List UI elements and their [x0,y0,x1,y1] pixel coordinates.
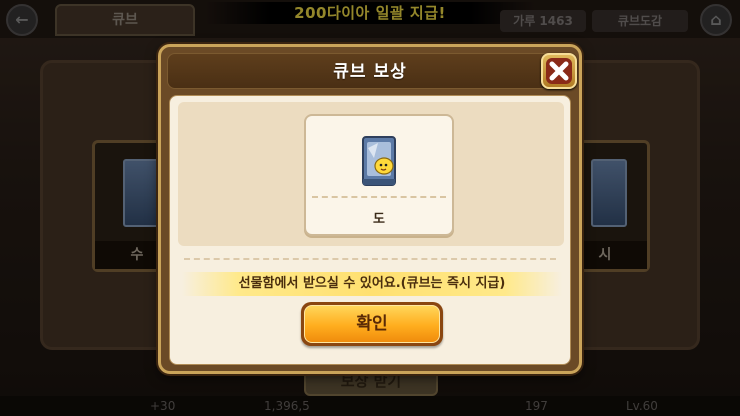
reward-item-card: 도 [304,114,454,236]
dialog-body: 도 선물함에서 받으실 수 있어요.(큐브는 즉시 지급) 확인 [169,95,571,365]
cube-reward-dialog: 큐브 보상 도 선물함에서 받으실 수 있어요.(큐브는 즉시 지급) 확인 [158,44,582,374]
close-icon [549,61,569,81]
dialog-title: 큐브 보상 [333,62,407,82]
divider [184,258,556,260]
reward-area: 도 [178,102,564,246]
notice-bar: 선물함에서 받으실 수 있어요.(큐브는 즉시 지급) [182,272,562,296]
reward-item-name: 도 [373,212,385,227]
cookie-pack-icon [362,136,396,186]
card-divider [312,196,446,198]
notice-text: 선물함에서 받으실 수 있어요.(큐브는 즉시 지급) [238,276,506,291]
confirm-button-label: 확인 [304,305,440,343]
confirm-button[interactable]: 확인 [301,302,443,346]
dialog-header: 큐브 보상 [167,53,573,89]
close-button[interactable] [541,53,577,89]
